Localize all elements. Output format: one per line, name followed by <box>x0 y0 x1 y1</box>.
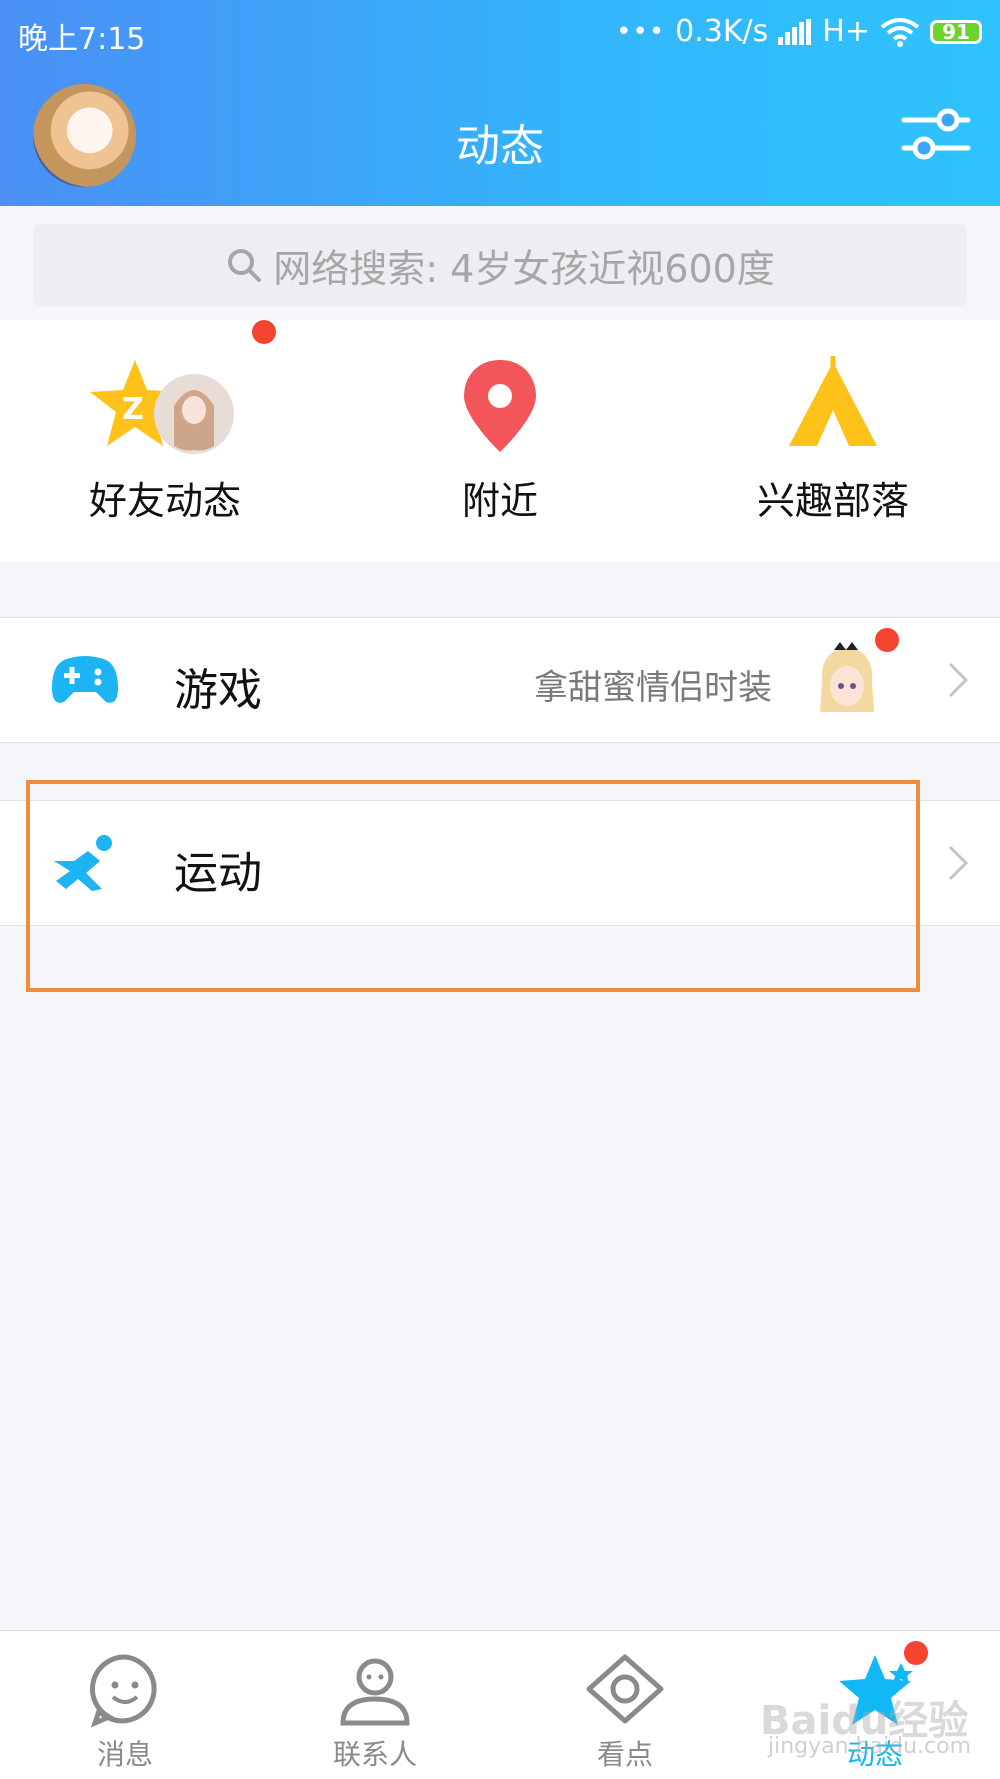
highlight-annotation-box <box>26 780 920 992</box>
tab-messages[interactable]: 消息 <box>0 1631 250 1779</box>
svg-text:Z: Z <box>122 392 144 427</box>
qzone-star-icon: Z <box>90 360 234 454</box>
location-pin-icon <box>464 360 536 452</box>
search-icon <box>228 249 262 282</box>
wifi-icon <box>880 17 920 47</box>
entry-nearby[interactable]: 附近 <box>335 320 665 562</box>
network-type: H+ <box>822 14 870 49</box>
row-title: 游戏 <box>174 665 262 716</box>
battery-indicator: 91 <box>930 19 982 44</box>
entry-friend-feed[interactable]: Z 好友动态 <box>0 320 330 562</box>
status-time: 晚上7:15 <box>18 22 146 57</box>
chevron-right-icon <box>948 662 969 698</box>
gamepad-icon <box>52 656 118 703</box>
game-character-thumbnail <box>820 642 874 712</box>
quick-entry-panel: Z 好友动态 附近 兴趣部落 <box>0 320 1000 562</box>
signal-icon <box>778 18 812 45</box>
contact-person-icon <box>340 1658 410 1726</box>
chat-smile-icon <box>90 1654 157 1728</box>
row-subtitle: 拿甜蜜情侣时装 <box>534 668 772 708</box>
eye-icon <box>586 1654 664 1724</box>
tab-label: 联系人 <box>332 1738 417 1771</box>
more-dots: ••• <box>616 16 666 47</box>
entry-interest-tribe[interactable]: 兴趣部落 <box>668 320 998 562</box>
tent-icon <box>789 356 877 446</box>
search-input[interactable]: 网络搜索: 4岁女孩近视600度 <box>33 224 967 306</box>
tab-label: 消息 <box>96 1738 153 1771</box>
tab-contacts[interactable]: 联系人 <box>250 1631 500 1779</box>
sliders-icon[interactable] <box>900 106 972 162</box>
chevron-right-icon <box>948 845 969 881</box>
entry-label: 好友动态 <box>88 479 241 523</box>
page-title: 动态 <box>456 121 544 172</box>
notification-badge <box>875 628 899 652</box>
tab-label: 看点 <box>596 1738 653 1771</box>
search-placeholder: 网络搜索: 4岁女孩近视600度 <box>273 246 775 291</box>
list-item-game[interactable]: 游戏 拿甜蜜情侣时装 <box>0 617 1000 743</box>
watermark-url: jingyan.baidu.com <box>768 1734 972 1759</box>
tab-discover[interactable]: 看点 <box>500 1631 750 1779</box>
notification-badge <box>904 1641 928 1665</box>
net-speed: 0.3K/s <box>675 14 769 49</box>
entry-label: 兴趣部落 <box>756 479 909 523</box>
notification-badge <box>252 320 276 344</box>
status-bar: 晚上7:15 ••• 0.3K/s H+ 91 <box>18 14 982 57</box>
header-bar: 晚上7:15 ••• 0.3K/s H+ 91 动态 <box>0 0 1000 206</box>
status-right: ••• 0.3K/s H+ 91 <box>616 14 982 49</box>
entry-label: 附近 <box>461 479 538 523</box>
